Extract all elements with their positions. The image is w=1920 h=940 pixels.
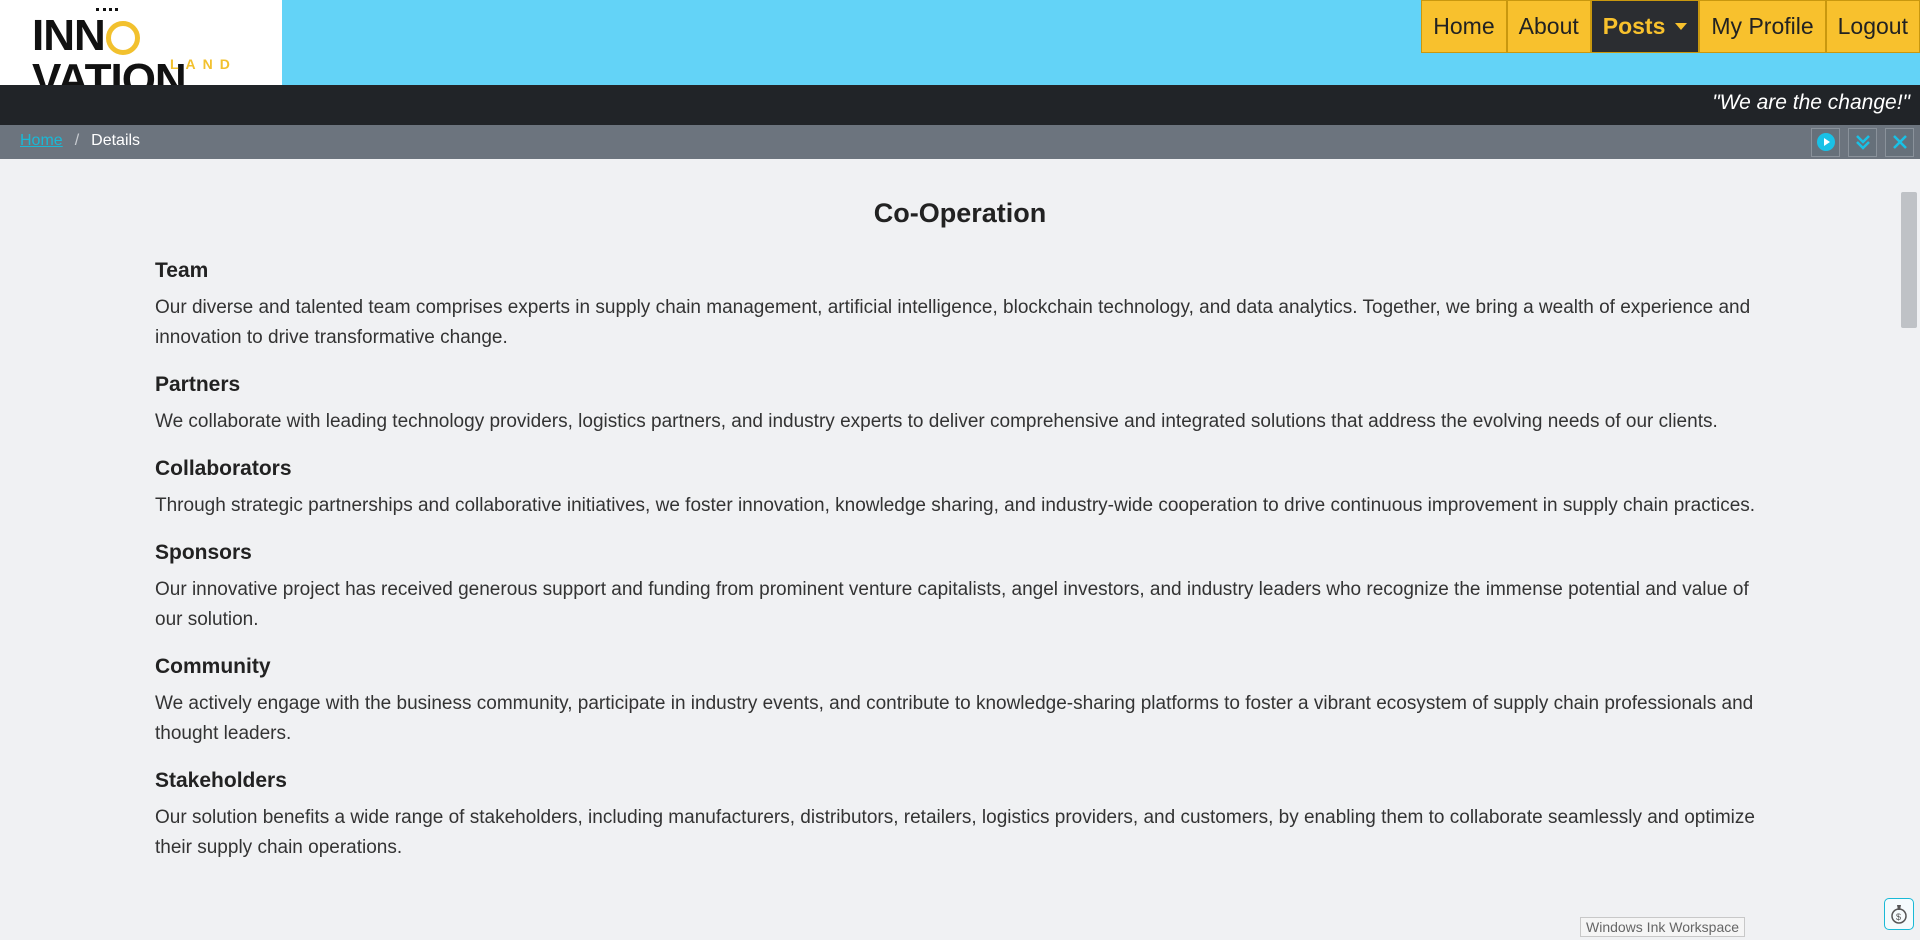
section-body: We collaborate with leading technology p… — [155, 411, 1718, 432]
breadcrumb: Home / Details — [20, 132, 140, 150]
logo[interactable]: INNVATION LAND — [0, 0, 282, 102]
section-body: Our solution benefits a wide range of st… — [155, 807, 1755, 858]
nav-my-profile[interactable]: My Profile — [1699, 0, 1826, 53]
sections-list: Team Our diverse and talented team compr… — [155, 257, 1765, 863]
caret-down-icon — [1675, 23, 1688, 30]
pen-icon: $ — [1891, 905, 1907, 924]
scrollbar-thumb[interactable] — [1901, 192, 1917, 328]
main-content: Co-Operation Team Our diverse and talent… — [155, 159, 1765, 863]
section-title: Collaborators — [155, 457, 292, 480]
nav-logout[interactable]: Logout — [1825, 0, 1920, 53]
section-title: Team — [155, 259, 209, 282]
section-collaborators: Collaborators Through strategic partners… — [155, 455, 1765, 521]
close-icon — [1892, 135, 1907, 149]
chevrons-down-icon — [1855, 135, 1870, 150]
section-title: Community — [155, 655, 271, 678]
breadcrumb-separator: / — [74, 132, 80, 149]
nav-posts-dropdown[interactable]: Posts — [1590, 0, 1700, 53]
quote-bar: "We are the change!" — [0, 85, 1920, 125]
close-button[interactable] — [1885, 127, 1914, 157]
site-header: INNVATION LAND Home About Posts My Profi… — [0, 0, 1920, 102]
svg-text:$: $ — [1896, 912, 1901, 922]
section-community: Community We actively engage with the bu… — [155, 653, 1765, 749]
play-icon — [1816, 133, 1835, 151]
nav-about[interactable]: About — [1506, 0, 1591, 53]
expand-button[interactable] — [1848, 127, 1877, 157]
section-team: Team Our diverse and talented team compr… — [155, 257, 1765, 353]
section-body: We actively engage with the business com… — [155, 693, 1754, 744]
section-body: Through strategic partnerships and colla… — [155, 495, 1756, 516]
section-title: Sponsors — [155, 541, 252, 564]
breadcrumb-current: Details — [91, 132, 141, 149]
section-partners: Partners We collaborate with leading tec… — [155, 371, 1765, 437]
bulb-icon — [105, 21, 140, 56]
section-title: Partners — [155, 373, 241, 396]
section-body: Our diverse and talented team comprises … — [155, 297, 1751, 348]
section-stakeholders: Stakeholders Our solution benefits a wid… — [155, 767, 1765, 863]
ink-workspace-button[interactable]: $ — [1884, 898, 1914, 930]
nav-home[interactable]: Home — [1421, 0, 1507, 53]
breadcrumb-bar: Home / Details — [0, 125, 1920, 159]
section-sponsors: Sponsors Our innovative project has rece… — [155, 539, 1765, 635]
main-nav: Home About Posts My Profile Logout — [1421, 0, 1920, 55]
section-body: Our innovative project has received gene… — [155, 579, 1749, 630]
play-button[interactable] — [1811, 127, 1840, 157]
section-title: Stakeholders — [155, 769, 287, 792]
reader-toolbar — [1811, 125, 1914, 159]
page-title: Co-Operation — [873, 198, 1047, 228]
logo-subtitle: LAND — [170, 56, 237, 72]
ink-workspace-tooltip: Windows Ink Workspace — [1580, 917, 1746, 937]
breadcrumb-home-link[interactable]: Home — [20, 132, 63, 149]
slogan: "We are the change!" — [1712, 91, 1910, 114]
